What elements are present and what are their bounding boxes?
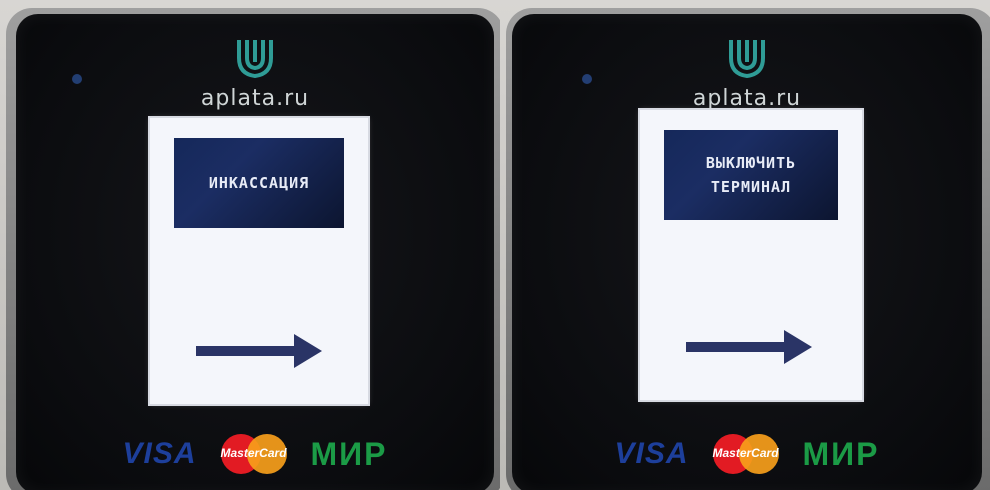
right-arrow-icon[interactable]	[686, 330, 812, 364]
terminal-screen: ИНКАССАЦИЯ	[150, 118, 368, 404]
mastercard-label: MasterCard	[712, 446, 779, 460]
aplata-shield-icon	[237, 40, 273, 79]
terminal-photo-left: aplata.ru ИНКАССАЦИЯ VISA MasterCard МИР	[0, 0, 500, 490]
mastercard-logo: MasterCard	[217, 434, 291, 474]
mir-logo: МИР	[802, 435, 880, 472]
brand-logo: aplata.ru	[16, 36, 494, 111]
mastercard-logo: MasterCard	[709, 434, 783, 474]
terminal-front-panel: aplata.ru ВЫКЛЮЧИТЬ ТЕРМИНАЛ VISA Master…	[512, 14, 982, 490]
brand-name: aplata.ru	[200, 86, 310, 111]
mir-logo: МИР	[310, 435, 388, 472]
payment-logos: VISA MasterCard МИР	[512, 434, 982, 474]
menu-tile-collection[interactable]: ИНКАССАЦИЯ	[174, 138, 344, 228]
payment-logos: VISA MasterCard МИР	[16, 434, 494, 474]
terminal-front-panel: aplata.ru ИНКАССАЦИЯ VISA MasterCard МИР	[16, 14, 494, 490]
menu-tile-power-off[interactable]: ВЫКЛЮЧИТЬ ТЕРМИНАЛ	[664, 130, 838, 220]
aplata-shield-icon	[729, 40, 765, 79]
visa-logo: VISA	[614, 437, 689, 470]
visa-logo: VISA	[122, 437, 197, 470]
terminal-photo-right: aplata.ru ВЫКЛЮЧИТЬ ТЕРМИНАЛ VISA Master…	[500, 0, 990, 490]
right-arrow-icon[interactable]	[196, 334, 322, 368]
terminal-screen: ВЫКЛЮЧИТЬ ТЕРМИНАЛ	[640, 110, 862, 400]
brand-logo: aplata.ru	[512, 36, 982, 111]
mastercard-label: MasterCard	[220, 446, 287, 460]
brand-name: aplata.ru	[692, 86, 802, 111]
